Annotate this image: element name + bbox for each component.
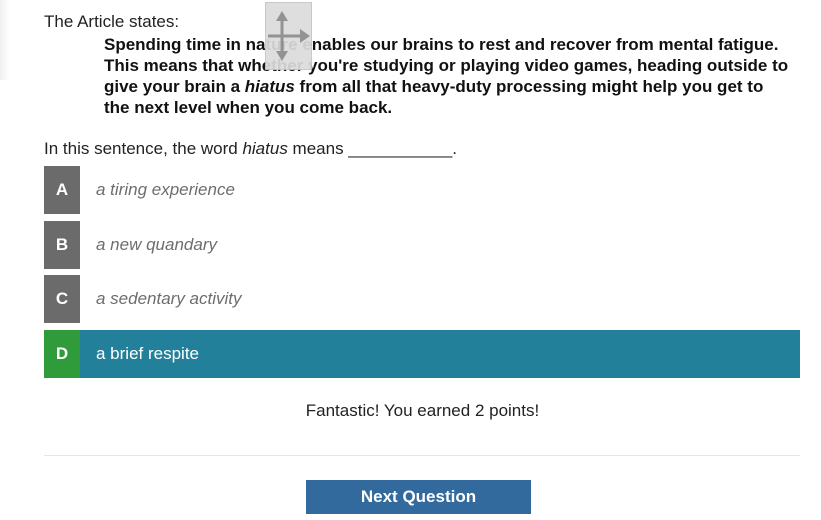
quote-line-1: Spending time in nature enables our brai… xyxy=(104,35,779,54)
option-text: a new quandary xyxy=(96,234,217,254)
quote-text: from all that heavy-duty processing migh… xyxy=(294,77,764,96)
quote-text: give your brain a xyxy=(104,77,245,96)
divider xyxy=(44,455,800,456)
article-intro: The Article states: xyxy=(44,12,180,31)
option-c[interactable]: C a sedentary activity xyxy=(44,275,800,323)
question-term: hiatus xyxy=(242,139,288,158)
quiz-page: The Article states: Spending time in nat… xyxy=(0,0,821,520)
question-text: In this sentence, the word xyxy=(44,139,243,158)
option-b[interactable]: B a new quandary xyxy=(44,220,800,269)
option-text: a brief respite xyxy=(96,343,199,363)
answer-options: A a tiring experience B a new quandary C… xyxy=(44,166,800,384)
option-text: a tiring experience xyxy=(96,180,235,199)
option-d[interactable]: D a brief respite xyxy=(44,329,800,378)
option-letter-badge: D xyxy=(44,329,80,378)
quote-line-2: This means that whether you're studying … xyxy=(104,56,789,75)
next-question-button[interactable]: Next Question xyxy=(306,480,531,514)
option-text: a sedentary activity xyxy=(96,289,242,308)
option-letter-badge: C xyxy=(44,275,80,323)
option-letter-badge: B xyxy=(44,220,80,269)
move-arrows-icon xyxy=(268,11,310,61)
question-prompt: In this sentence, the word hiatus means … xyxy=(44,139,457,159)
quote-line-3: give your brain a hiatus from all that h… xyxy=(104,76,804,97)
question-text: means ___________. xyxy=(287,139,458,158)
quote-line-4: the next level when you come back. xyxy=(104,98,393,117)
option-letter-badge: A xyxy=(44,166,80,214)
feedback-message: Fantastic! You earned 2 points! xyxy=(305,401,540,420)
panel-edge-shadow xyxy=(0,0,10,80)
article-quote: Spending time in nature enables our brai… xyxy=(104,34,804,118)
move-handle[interactable] xyxy=(265,2,312,70)
option-a[interactable]: A a tiring experience xyxy=(44,166,800,214)
quote-emphasis: hiatus xyxy=(244,77,295,96)
